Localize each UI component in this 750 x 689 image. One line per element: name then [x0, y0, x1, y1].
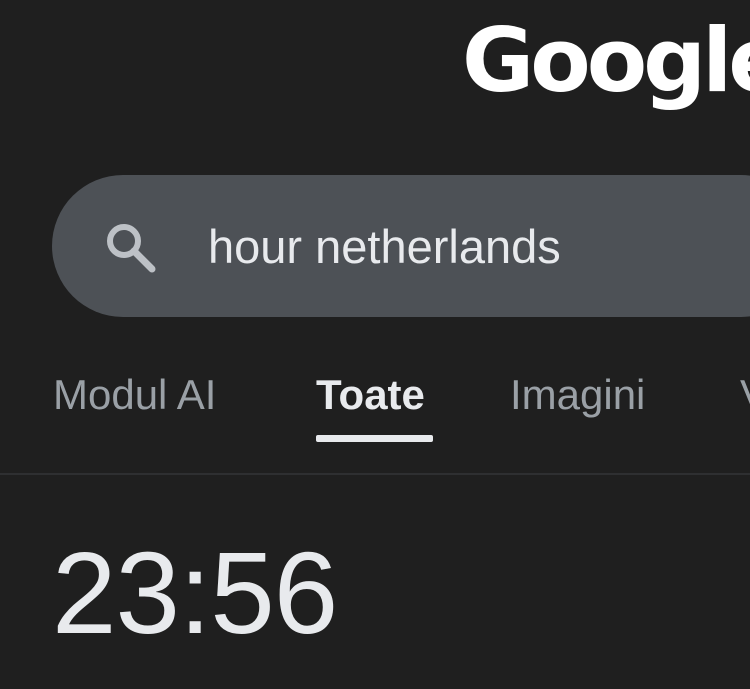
search-input[interactable]: hour netherlands — [208, 218, 561, 276]
active-tab-indicator — [316, 435, 433, 442]
tab-next-partial[interactable]: V — [740, 367, 750, 423]
tab-ai-mode[interactable]: Modul AI — [53, 367, 216, 423]
search-icon[interactable] — [100, 217, 160, 277]
local-time-display: 23:56 — [52, 528, 338, 658]
google-logo[interactable]: Google — [462, 6, 750, 116]
divider — [0, 473, 750, 475]
tab-images[interactable]: Imagini — [510, 367, 645, 423]
search-results-page: Google hour netherlands Modul AI Toate I… — [0, 0, 750, 689]
tab-all[interactable]: Toate — [316, 367, 425, 423]
